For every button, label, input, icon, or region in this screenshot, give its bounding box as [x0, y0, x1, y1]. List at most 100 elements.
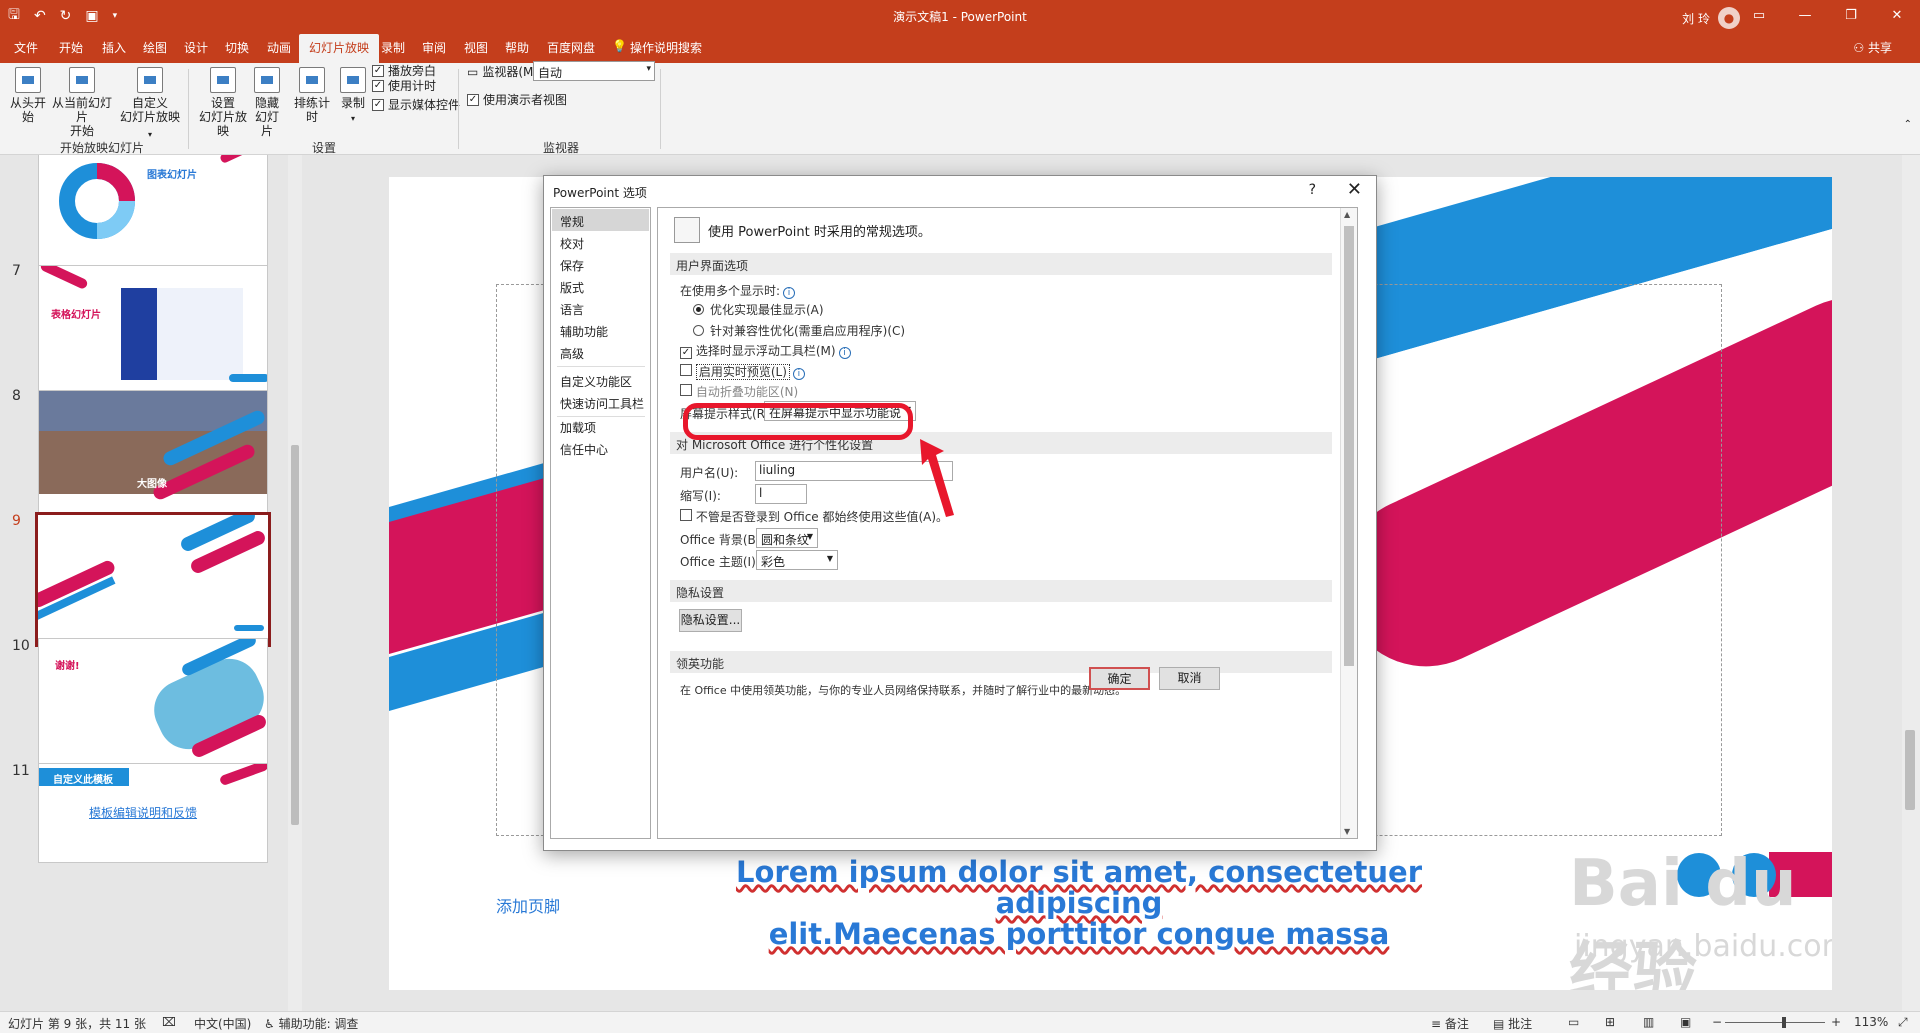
close-icon[interactable]: ✕	[1874, 0, 1920, 31]
tab-review[interactable]: 审阅	[422, 39, 446, 56]
nav-advanced[interactable]: 高级	[552, 341, 649, 363]
from-beginning-button[interactable]: 从头开始	[7, 67, 49, 124]
tab-file[interactable]: 文件	[14, 39, 38, 56]
tab-baidu-netdisk[interactable]: 百度网盘	[547, 39, 595, 56]
custom-slideshow-button[interactable]: 自定义 幻灯片放映 ▾	[120, 67, 180, 142]
nav-trust-center[interactable]: 信任中心	[552, 437, 649, 459]
checkbox-unchecked-icon	[680, 364, 692, 376]
fit-to-window-icon[interactable]: ⤢	[1898, 1015, 1908, 1030]
ribbon-display-icon[interactable]: ▭	[1736, 0, 1782, 31]
nav-accessibility[interactable]: 辅助功能	[552, 319, 649, 341]
nav-quick-access-toolbar[interactable]: 快速访问工具栏	[552, 391, 649, 413]
reading-view-icon[interactable]: ▥	[1643, 1015, 1654, 1029]
zoom-in-icon[interactable]: +	[1831, 1015, 1841, 1029]
mini-toolbar-checkbox[interactable]: ✓ 选择时显示浮动工具栏(M) i	[680, 342, 851, 359]
mini-toolbar-label: 选择时显示浮动工具栏(M)	[695, 344, 836, 358]
thumbnail-slide-6[interactable]: 图表幻灯片	[38, 155, 268, 267]
office-background-select[interactable]: 圆和条纹 ▼	[756, 528, 818, 548]
thumbnail-slide-10[interactable]: 谢谢!	[38, 638, 268, 767]
tab-transitions[interactable]: 切换	[225, 39, 249, 56]
hide-slide-button[interactable]: 隐藏 幻灯片	[252, 67, 282, 138]
show-media-controls-checkbox[interactable]: ✓ 显示媒体控件	[372, 96, 460, 113]
tab-home[interactable]: 开始	[59, 39, 83, 56]
person-icon: ⚇	[1853, 41, 1868, 55]
tab-draw[interactable]: 绘图	[143, 39, 167, 56]
privacy-settings-button[interactable]: 隐私设置...	[679, 609, 742, 632]
info-icon[interactable]: i	[838, 347, 851, 359]
tab-help[interactable]: 帮助	[505, 39, 529, 56]
record-button[interactable]: 录制 ▾	[338, 67, 368, 126]
rehearse-label: 排练计时	[293, 96, 330, 124]
cancel-button[interactable]: 取消	[1159, 667, 1220, 690]
help-icon[interactable]: ?	[1309, 182, 1316, 198]
close-icon[interactable]: ✕	[1347, 179, 1362, 200]
scroll-down-icon[interactable]: ▼	[1344, 827, 1350, 836]
scroll-thumb[interactable]	[1905, 730, 1915, 810]
nav-language[interactable]: 语言	[552, 297, 649, 319]
from-current-button[interactable]: 从当前幻灯片 开始	[52, 67, 112, 138]
always-use-checkbox[interactable]: 不管是否登录到 Office 都始终使用这些值(A)。	[680, 508, 948, 525]
normal-view-icon[interactable]: ▭	[1568, 1015, 1579, 1029]
nav-general[interactable]: 常规	[552, 209, 649, 231]
slide-body-text[interactable]: Lorem ipsum dolor sit amet, consectetuer…	[719, 857, 1439, 950]
live-preview-checkbox[interactable]: 启用实时预览(L) i	[680, 363, 805, 380]
spellcheck-icon[interactable]: ⌧	[162, 1015, 176, 1029]
office-theme-label: Office 主题(I):	[680, 555, 760, 569]
nav-save[interactable]: 保存	[552, 253, 649, 275]
editor-scrollbar[interactable]	[1902, 155, 1920, 1011]
office-theme-select[interactable]: 彩色 ▼	[756, 550, 838, 570]
zoom-slider[interactable]	[1725, 1022, 1825, 1023]
nav-layout[interactable]: 版式	[552, 275, 649, 297]
scroll-up-icon[interactable]: ▲	[1344, 210, 1350, 219]
language-status[interactable]: 中文(中国)	[194, 1015, 251, 1032]
nav-add-ins[interactable]: 加载项	[552, 415, 649, 437]
info-icon[interactable]: i	[792, 368, 805, 380]
tell-me-search[interactable]: 操作说明搜索	[630, 39, 702, 56]
ok-button[interactable]: 确定	[1089, 667, 1150, 690]
thumbnail-slide-8[interactable]: 大图像	[38, 390, 268, 519]
scroll-thumb[interactable]	[1344, 226, 1354, 666]
slideshow-view-icon[interactable]: ▣	[1680, 1015, 1691, 1029]
office-background-value: 圆和条纹	[761, 533, 810, 547]
minimize-icon[interactable]: —	[1782, 0, 1828, 31]
restore-icon[interactable]: ❐	[1828, 0, 1874, 31]
nav-customize-ribbon[interactable]: 自定义功能区	[552, 369, 649, 391]
zoom-out-icon[interactable]: −	[1712, 1015, 1722, 1029]
use-timings-label: 使用计时	[388, 79, 437, 93]
tab-record[interactable]: 录制	[381, 39, 405, 56]
add-footer-link[interactable]: 添加页脚	[496, 893, 560, 917]
tab-insert[interactable]: 插入	[102, 39, 126, 56]
zoom-level[interactable]: 113%	[1854, 1015, 1888, 1029]
optimize-compat-radio[interactable]: 针对兼容性优化(需重启应用程序)(C)	[693, 322, 905, 339]
group-start-slideshow: 开始放映幻灯片	[60, 141, 145, 155]
accessibility-status[interactable]: ♿ 辅助功能: 调查	[264, 1015, 358, 1032]
zoom-slider-thumb[interactable]	[1782, 1017, 1786, 1028]
scroll-thumb[interactable]	[291, 445, 299, 825]
initials-input[interactable]: l	[755, 484, 807, 504]
comments-button[interactable]: ▤ 批注	[1493, 1015, 1532, 1032]
nav-proofing[interactable]: 校对	[552, 231, 649, 253]
tab-view[interactable]: 视图	[464, 39, 488, 56]
info-icon[interactable]: i	[783, 287, 796, 299]
always-use-label: 不管是否登录到 Office 都始终使用这些值(A)。	[695, 510, 949, 524]
tab-slideshow[interactable]: 幻灯片放映	[299, 34, 380, 63]
setup-slideshow-button[interactable]: 设置 幻灯片放映	[196, 67, 250, 138]
options-scrollbar[interactable]: ▲ ▼	[1340, 208, 1357, 838]
tab-design[interactable]: 设计	[184, 39, 208, 56]
thumbnail-slide-7[interactable]: 表格幻灯片	[38, 265, 268, 394]
share-button[interactable]: ⚇ 共享	[1853, 39, 1892, 56]
user-account[interactable]: 刘 玲 ●	[1682, 7, 1740, 29]
collapse-ribbon-icon[interactable]: ⌃	[1904, 119, 1912, 130]
notes-button[interactable]: ≡ 备注	[1431, 1015, 1469, 1032]
thumbnails-scrollbar[interactable]	[288, 155, 302, 1011]
slide-sorter-icon[interactable]: ⊞	[1605, 1015, 1615, 1029]
optimize-best-radio[interactable]: 优化实现最佳显示(A)	[693, 301, 824, 318]
use-timings-checkbox[interactable]: ✓ 使用计时	[372, 77, 436, 94]
thumbnail-slide-9-selected[interactable]	[35, 512, 271, 647]
collapse-ribbon-checkbox[interactable]: 自动折叠功能区(N)	[680, 383, 798, 400]
presenter-view-checkbox[interactable]: ✓ 使用演示者视图	[467, 91, 567, 108]
monitor-select[interactable]: 自动 ▾	[533, 61, 655, 81]
tab-animations[interactable]: 动画	[267, 39, 291, 56]
thumbnail-slide-11[interactable]: 自定义此模板 模板编辑说明和反馈	[38, 763, 268, 863]
rehearse-timings-button[interactable]: 排练计时	[290, 67, 334, 124]
